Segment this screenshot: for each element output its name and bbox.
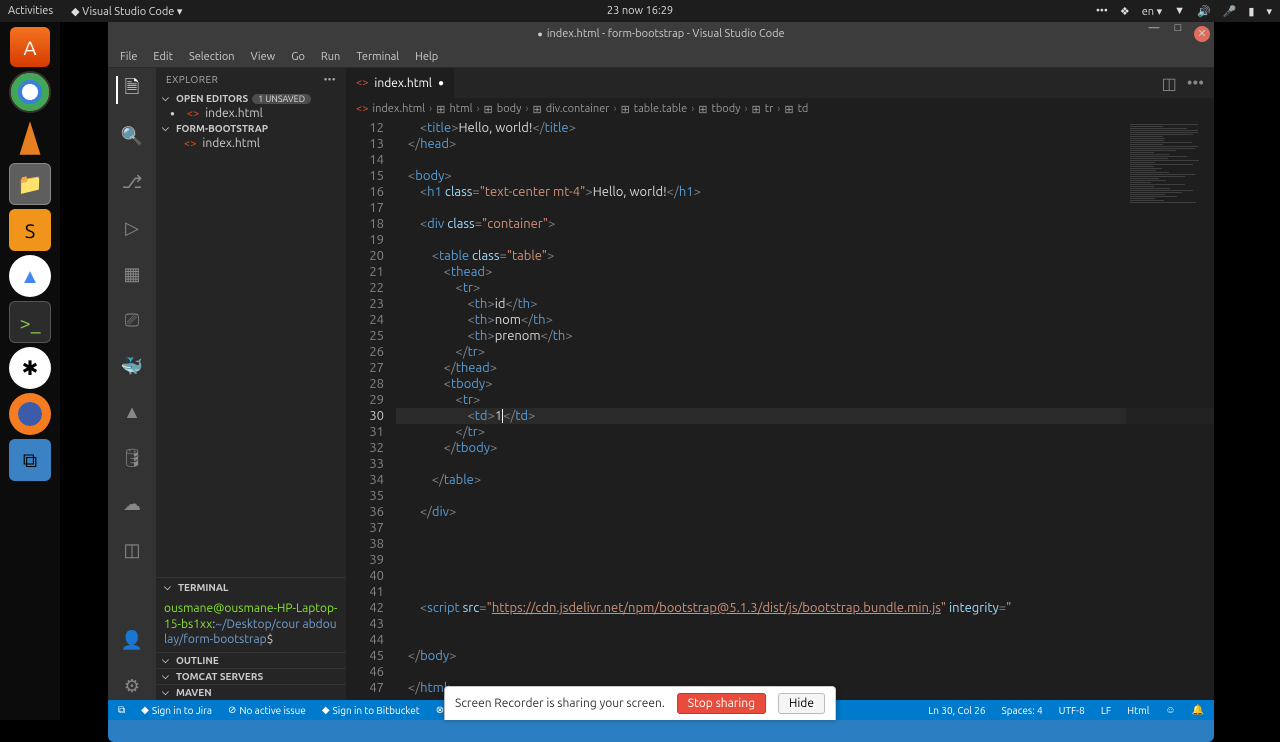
menu-help[interactable]: Help	[409, 49, 444, 65]
hide-sharing-button[interactable]: Hide	[778, 693, 825, 714]
status-eol[interactable]: LF	[1097, 705, 1115, 716]
menu-terminal[interactable]: Terminal	[350, 49, 405, 65]
activity-scm-icon[interactable]: ⎇	[118, 168, 146, 196]
status-language[interactable]: Html	[1123, 705, 1153, 716]
menu-view[interactable]: View	[245, 49, 282, 65]
unsaved-badge: 1 UNSAVED	[252, 94, 311, 104]
explorer-title: EXPLORER	[166, 74, 218, 85]
activity-docker-icon[interactable]: 🐳	[118, 352, 146, 380]
activity-search-icon[interactable]: 🔍	[118, 122, 146, 150]
dock-vlc[interactable]	[9, 117, 51, 159]
terminal-output[interactable]: ousmane@ousmane-HP-Laptop-15-bs1xx:~/Des…	[156, 597, 346, 652]
window-title: index.html - form-bootstrap - Visual Stu…	[537, 28, 784, 40]
modified-dot-icon: ●	[438, 77, 444, 89]
activity-run-icon[interactable]: ▷	[118, 214, 146, 242]
menu-file[interactable]: File	[114, 49, 143, 65]
project-section[interactable]: FORM-BOOTSTRAP	[156, 121, 346, 136]
tomcat-section[interactable]: TOMCAT SERVERS	[156, 668, 346, 684]
activity-remote-icon[interactable]: ⎚	[118, 306, 146, 334]
tray-more-icon[interactable]: •••	[1096, 5, 1108, 17]
minimap[interactable]	[1126, 120, 1214, 700]
menu-selection[interactable]: Selection	[183, 49, 241, 65]
open-editors-section[interactable]: OPEN EDITORS 1 UNSAVED	[156, 91, 346, 106]
wifi-icon[interactable]: ▼	[1174, 5, 1185, 17]
mic-icon[interactable]: 🎤	[1223, 5, 1237, 18]
ubuntu-dock: A 📁 ⧉ S ▲ >_ ✱ ⧉	[0, 22, 60, 720]
html-file-icon: <>	[187, 108, 199, 120]
dock-apps-button[interactable]	[9, 668, 51, 710]
menu-go[interactable]: Go	[285, 49, 311, 65]
activity-project-icon[interactable]: ◫	[118, 536, 146, 564]
power-icon[interactable]: ▾	[1266, 5, 1272, 18]
breadcrumb[interactable]: <>index.html› ⊞ html› ⊞ body› ⊞ div.cont…	[346, 98, 1214, 120]
activity-settings-icon[interactable]: ⚙	[118, 672, 146, 700]
volume-icon[interactable]: 🔊	[1197, 5, 1211, 18]
menu-run[interactable]: Run	[315, 49, 346, 65]
dock-sublime[interactable]: S	[9, 209, 51, 251]
status-jira[interactable]: ◆ Sign in to Jira	[137, 704, 216, 716]
dock-drive[interactable]: ▲	[9, 255, 51, 297]
status-issue[interactable]: ⊘ No active issue	[224, 704, 310, 716]
dock-files[interactable]: 📁	[9, 163, 51, 205]
dock-screenshot[interactable]: ⧉	[9, 439, 51, 481]
html-file-icon: <>	[184, 138, 196, 150]
activity-bar: 🗎 🔍 ⎇ ▷ ▦ ⎚ 🐳 ▲ 🛢 ☁ ◫ 👤 ⚙	[108, 68, 156, 700]
tray-app-icon[interactable]: ❖	[1120, 5, 1130, 18]
ubuntu-top-bar: Activities ◆ Visual Studio Code ▾ 23 now…	[0, 0, 1280, 22]
status-encoding[interactable]: UTF-8	[1055, 705, 1089, 716]
activity-account-icon[interactable]: 👤	[118, 626, 146, 654]
dock-terminal[interactable]: >_	[9, 301, 51, 343]
html-file-icon: <>	[356, 77, 368, 89]
status-bitbucket[interactable]: ◆ Sign in to Bitbucket	[318, 704, 424, 716]
status-spaces[interactable]: Spaces: 4	[998, 705, 1047, 716]
topbar-app-name[interactable]: ◆ Visual Studio Code ▾	[71, 5, 182, 18]
window-close[interactable]: ✕	[1194, 26, 1210, 42]
window-maximize[interactable]: □	[1166, 22, 1190, 46]
vscode-window: index.html - form-bootstrap - Visual Stu…	[108, 22, 1214, 720]
outline-section[interactable]: OUTLINE	[156, 652, 346, 668]
activity-cloud-icon[interactable]: ☁	[118, 490, 146, 518]
terminal-header[interactable]: TERMINAL	[156, 578, 346, 597]
battery-icon[interactable]: ▮	[1248, 5, 1254, 18]
status-remote[interactable]: ⧉	[114, 704, 129, 716]
activity-extensions-icon[interactable]: ▦	[118, 260, 146, 288]
explorer-sidebar: EXPLORER ••• OPEN EDITORS 1 UNSAVED <> i…	[156, 68, 346, 700]
explorer-more-icon[interactable]: •••	[324, 74, 336, 85]
dock-chrome[interactable]	[9, 71, 51, 113]
stop-sharing-button[interactable]: Stop sharing	[677, 693, 766, 714]
editor-more-icon[interactable]: •••	[1187, 74, 1204, 92]
open-editor-file[interactable]: <> index.html	[156, 106, 346, 121]
activity-azure-icon[interactable]: ▲	[118, 398, 146, 426]
share-text: Screen Recorder is sharing your screen.	[455, 697, 665, 710]
project-file[interactable]: <> index.html	[156, 136, 346, 151]
activity-database-icon[interactable]: 🛢	[118, 444, 146, 472]
window-minimize[interactable]: —	[1142, 22, 1166, 46]
topbar-clock[interactable]: 23 now 16:29	[607, 5, 673, 17]
maven-section[interactable]: MAVEN	[156, 684, 346, 700]
menubar: File Edit Selection View Go Run Terminal…	[108, 46, 1214, 68]
status-bell-icon[interactable]: 🔔	[1188, 704, 1208, 716]
status-ln-col[interactable]: Ln 30, Col 26	[924, 705, 989, 716]
menu-edit[interactable]: Edit	[147, 49, 179, 65]
tab-index-html[interactable]: <> index.html ●	[346, 68, 455, 98]
dock-slack[interactable]: ✱	[9, 347, 51, 389]
editor-group: <> index.html ● ◫ ••• <>index.html› ⊞ ht…	[346, 68, 1214, 700]
activities-button[interactable]: Activities	[8, 5, 53, 17]
screen-share-bar: Screen Recorder is sharing your screen. …	[444, 686, 836, 720]
editor-tabs: <> index.html ● ◫ •••	[346, 68, 1214, 98]
dock-firefox[interactable]	[9, 393, 51, 435]
window-titlebar: index.html - form-bootstrap - Visual Stu…	[108, 22, 1214, 46]
activity-explorer-icon[interactable]: 🗎	[116, 76, 144, 104]
tray-lang[interactable]: en ▾	[1142, 5, 1162, 18]
status-feedback-icon[interactable]: ☺	[1161, 704, 1179, 716]
code-editor[interactable]: 1213141516171819202122232425262728293031…	[346, 120, 1214, 700]
dock-ubuntu-software[interactable]: A	[10, 27, 50, 67]
split-editor-icon[interactable]: ◫	[1162, 74, 1177, 93]
